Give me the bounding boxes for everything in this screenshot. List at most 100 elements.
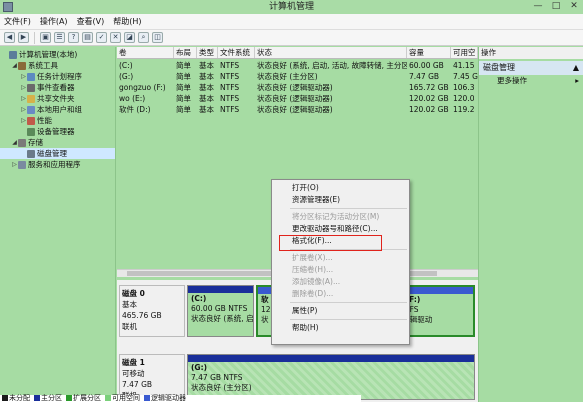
tree-item[interactable]: ▷ 事件查看器	[0, 82, 115, 93]
volume-cell: NTFS	[220, 83, 240, 92]
volume-cell: 7.47 GB	[409, 72, 440, 81]
column-header[interactable]: 布局	[174, 47, 197, 58]
expand-arrow-icon[interactable]: ▷	[20, 93, 27, 104]
tree-item-label: 本地用户和组	[37, 105, 82, 114]
window-title: 计算机管理	[268, 2, 314, 12]
volume-cell: 60.00 GB	[409, 61, 444, 70]
tree-node-icon	[27, 149, 35, 158]
volume-cell: 简单	[176, 72, 191, 81]
tree-item[interactable]: 设备管理器	[0, 126, 115, 137]
disk-1-name: 磁盘 1	[122, 358, 145, 367]
volume-cell: 状态良好 (逻辑驱动器)	[257, 83, 333, 92]
open-icon[interactable]: ◪	[124, 32, 135, 43]
tree-item[interactable]: ▷ 任务计划程序	[0, 71, 115, 82]
column-header[interactable]: 类型	[197, 47, 218, 58]
tree-node-icon	[18, 138, 26, 147]
column-header[interactable]: 文件系统	[218, 47, 255, 58]
volume-cell: NTFS	[220, 72, 240, 81]
partition-g-name: (G:)	[191, 363, 208, 372]
disk-legend: 未分配 主分区 扩展分区 可用空间 逻辑驱动器	[0, 395, 361, 402]
partition-c[interactable]: (C:) 60.00 GB NTFS 状态良好 (系统, 启	[187, 285, 254, 337]
context-menu-item[interactable]: 更改驱动器号和路径(C)...	[272, 223, 409, 235]
volume-row[interactable]: gongzuo (F:) 简单 基本 NTFS 状态良好 (逻辑驱动器) 165.72 G…	[117, 82, 478, 93]
tree-item[interactable]: 计算机管理(本地)	[0, 49, 115, 60]
list-icon[interactable]: ☰	[54, 32, 65, 43]
menu-help[interactable]: 帮助(H)	[113, 16, 141, 27]
column-header[interactable]: 可用空	[451, 47, 478, 58]
menu-separator	[290, 319, 407, 320]
maximize-button[interactable]: □	[547, 0, 565, 14]
zoom-icon[interactable]: ◫	[152, 32, 163, 43]
menu-view[interactable]: 查看(V)	[77, 16, 105, 27]
expand-arrow-icon[interactable]: ▷	[20, 71, 27, 82]
check-icon[interactable]: ✓	[96, 32, 107, 43]
volume-cell: 7.45 G	[453, 72, 478, 81]
legend-label: 未分配	[9, 394, 30, 402]
disk-0-name: 磁盘 0	[122, 289, 145, 298]
expand-arrow-icon[interactable]: ▷	[20, 104, 27, 115]
help-icon[interactable]: ?	[68, 32, 79, 43]
volume-row[interactable]: (G:) 简单 基本 NTFS 状态良好 (主分区) 7.47 GB 7.45 G	[117, 71, 478, 82]
volume-list-header: 卷布局 类型 文件系统 状态 容量 可用空	[117, 47, 478, 59]
expand-arrow-icon[interactable]: ◢	[11, 137, 18, 148]
properties-icon[interactable]: ▤	[82, 32, 93, 43]
tree-item[interactable]: ▷ 性能	[0, 115, 115, 126]
expand-arrow-icon[interactable]: ▷	[20, 82, 27, 93]
folder-icon[interactable]: ▣	[40, 32, 51, 43]
context-menu-item[interactable]: 资源管理器(E)	[272, 194, 409, 206]
legend-label: 逻辑驱动器	[151, 394, 186, 402]
context-menu-item: 将分区标记为活动分区(M)	[292, 212, 380, 221]
context-menu-item[interactable]: 属性(P)	[272, 305, 409, 317]
format-highlight-box	[279, 235, 382, 251]
tree-item-label: 服务和应用程序	[28, 160, 81, 169]
menu-action[interactable]: 操作(A)	[40, 16, 68, 27]
volume-cell: 120.02 GB	[409, 94, 449, 103]
tree-item[interactable]: ▷ 服务和应用程序	[0, 159, 115, 170]
search-icon[interactable]: ⌕	[138, 32, 149, 43]
actions-title: 操作	[479, 47, 583, 59]
expand-arrow-icon[interactable]: ▷	[20, 115, 27, 126]
context-menu-item[interactable]: 帮助(H)	[272, 322, 409, 334]
minimize-button[interactable]: —	[529, 0, 547, 14]
partition-g[interactable]: (G:) 7.47 GB NTFS 状态良好 (主分区)	[187, 354, 475, 400]
tree-node-icon	[18, 61, 26, 70]
volume-cell: (G:)	[119, 72, 134, 81]
expand-arrow-icon[interactable]: ◢	[11, 60, 18, 71]
volume-row[interactable]: (C:) 简单 基本 NTFS 状态良好 (系统, 启动, 活动, 故障转储, 主分区)…	[117, 60, 478, 71]
volume-row[interactable]: wo (E:) 简单 基本 NTFS 状态良好 (逻辑驱动器) 120.02 GB 120.…	[117, 93, 478, 104]
back-icon[interactable]: ◀	[4, 32, 15, 43]
tree-item[interactable]: 磁盘管理	[0, 148, 115, 159]
close-button[interactable]: ✕	[565, 0, 583, 14]
legend-swatch	[34, 395, 40, 401]
legend-item: 主分区	[34, 395, 62, 402]
menu-file[interactable]: 文件(F)	[4, 16, 31, 27]
title-bar: 计算机管理 — □ ✕	[0, 0, 583, 14]
column-header[interactable]: 卷	[117, 47, 174, 58]
volume-row[interactable]: 软件 (D:) 简单 基本 NTFS 状态良好 (逻辑驱动器) 120.02 GB 119.…	[117, 104, 478, 115]
primary-partition-bar	[188, 286, 253, 293]
tree-item[interactable]: ◢ 存储	[0, 137, 115, 148]
forward-icon[interactable]: ▶	[18, 32, 29, 43]
disk-0-label[interactable]: 磁盘 0 基本 465.76 GB 联机	[119, 285, 185, 337]
volume-cell: 119.2	[453, 105, 475, 114]
expand-arrow-icon[interactable]: ▷	[11, 159, 18, 170]
legend-swatch	[105, 395, 111, 401]
tree-item[interactable]: ▷ 本地用户和组	[0, 104, 115, 115]
actions-section-disk-management[interactable]: 磁盘管理 ▲	[479, 61, 583, 75]
context-menu: 打开(O) 资源管理器(E) 将分区标记为活动分区(M) 更改驱动器号和路径(C)..…	[271, 179, 410, 345]
column-header[interactable]: 状态	[255, 47, 407, 58]
more-actions[interactable]: 更多操作 ▸	[479, 75, 583, 87]
computer-management-window: 计算机管理 — □ ✕ 文件(F) 操作(A) 查看(V) 帮助(H) ◀ ▶ …	[0, 0, 583, 402]
volume-cell: 41.15	[453, 61, 475, 70]
tree-node-icon	[27, 94, 35, 103]
delete-icon[interactable]: ✕	[110, 32, 121, 43]
tree-item[interactable]: ▷ 共享文件夹	[0, 93, 115, 104]
tree-item-label: 计算机管理(本地)	[19, 50, 78, 59]
column-header[interactable]: 容量	[407, 47, 451, 58]
tree-node-icon	[27, 116, 35, 125]
collapse-arrow-icon[interactable]: ▲	[573, 61, 579, 75]
context-menu-item[interactable]: 打开(O)	[272, 182, 409, 194]
volume-cell: 状态良好 (系统, 启动, 活动, 故障转储, 主分区)	[257, 61, 407, 70]
tree-item[interactable]: ◢ 系统工具	[0, 60, 115, 71]
volume-cell: (C:)	[119, 61, 133, 70]
